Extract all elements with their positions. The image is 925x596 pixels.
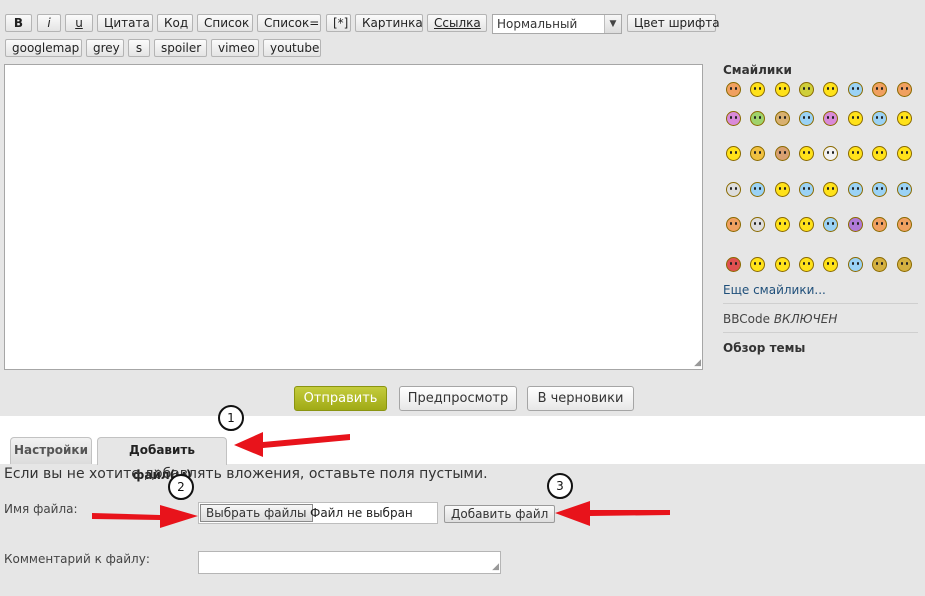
annotation-arrows — [92, 432, 670, 528]
annotation-step-1: 1 — [218, 405, 244, 431]
arrow-icon — [92, 505, 198, 528]
annotation-step-3: 3 — [547, 473, 573, 499]
annotation-step-2: 2 — [168, 474, 194, 500]
arrow-icon — [555, 501, 670, 526]
arrow-icon — [234, 432, 350, 457]
